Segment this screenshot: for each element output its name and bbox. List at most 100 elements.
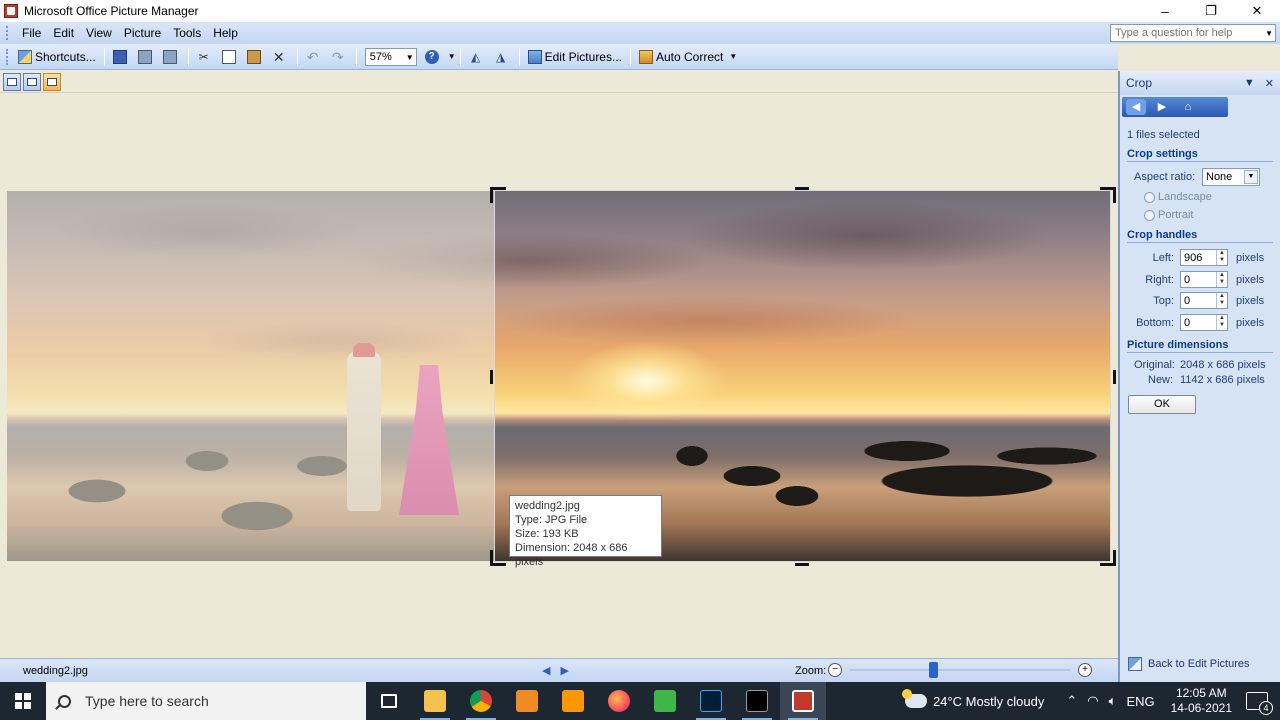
portrait-radio[interactable]: Portrait [1144, 209, 1193, 221]
toolbar-separator [459, 47, 461, 66]
terminal-app[interactable] [734, 682, 780, 720]
copy-button[interactable] [219, 47, 242, 67]
right-handle-input[interactable]: 0 ▲ ▼ [1180, 271, 1228, 288]
crop-handle-bottom-right[interactable] [1113, 550, 1116, 566]
chevron-up-icon[interactable]: ⌃ [1066, 693, 1077, 709]
filmstrip-view-button[interactable] [23, 72, 41, 91]
zoom-slider-thumb[interactable] [929, 662, 939, 678]
weather-widget[interactable]: 24°C Mostly cloudy [901, 689, 1045, 709]
picture-manager-taskbar-app[interactable] [780, 682, 826, 720]
bottom-handle-input[interactable]: 0 ▲ ▼ [1180, 314, 1228, 331]
crop-handle-right[interactable] [1113, 370, 1116, 384]
maximize-button[interactable]: ❐ [1188, 0, 1234, 22]
save-button[interactable] [110, 47, 133, 67]
volume-icon[interactable]: 🔈︎ [1109, 693, 1117, 709]
crop-handle-top[interactable] [795, 187, 809, 190]
crop-handle-top-right[interactable] [1113, 187, 1116, 203]
chevron-down-icon[interactable]: ▼ [406, 53, 414, 62]
spinner-arrows-icon[interactable]: ▲ ▼ [1216, 293, 1227, 308]
crop-handle-left[interactable] [490, 370, 493, 384]
taskbar-search-box[interactable]: Type here to search [46, 682, 366, 720]
bottom-handle-value: 0 [1184, 316, 1191, 329]
close-window-button[interactable]: ✕ [1234, 0, 1280, 22]
undo-button[interactable]: ↶ [303, 47, 326, 67]
home-icon[interactable]: ⌂ [1178, 99, 1198, 115]
firefox-app[interactable] [596, 682, 642, 720]
zoom-in-icon[interactable]: + [1078, 663, 1092, 677]
system-tray: 24°C Mostly cloudy ⌃ ◠ 🔈︎ ENG 12:05 AM 1… [901, 682, 1280, 720]
help-button[interactable]: ? [422, 47, 445, 67]
thumbnail-view-button[interactable] [3, 72, 21, 91]
next-picture-icon[interactable]: ▶ [560, 664, 568, 677]
back-arrow-icon[interactable]: ◀ [1126, 99, 1146, 115]
sublime-text-app[interactable] [550, 682, 596, 720]
menu-tools[interactable]: Tools [167, 26, 207, 40]
rotate-left-button[interactable]: ◭ [466, 47, 489, 67]
crop-handle-bottom[interactable] [795, 563, 809, 566]
start-button[interactable] [0, 682, 46, 720]
toolbar-grip-handle[interactable] [6, 48, 10, 65]
aspect-ratio-select[interactable]: None ▼ [1202, 168, 1260, 186]
task-view-button[interactable] [366, 682, 412, 720]
redo-icon: ↷ [331, 48, 344, 65]
spinner-arrows-icon[interactable]: ▲ ▼ [1216, 315, 1227, 330]
shortcuts-button[interactable]: Shortcuts... [15, 47, 99, 67]
toolbar-options-chevron-icon[interactable]: ▼ [729, 52, 737, 61]
notification-center-icon[interactable]: 4 [1246, 692, 1273, 715]
task-pane-menu-chevron-icon[interactable]: ▼ [1244, 77, 1255, 90]
help-dropdown-arrow-icon[interactable]: ▼ [1265, 29, 1273, 38]
landscape-radio[interactable]: Landscape [1144, 191, 1212, 203]
picture-manager-app-icon[interactable] [4, 4, 18, 18]
edit-pictures-button[interactable]: Edit Pictures... [525, 47, 625, 67]
zoom-out-icon[interactable]: − [828, 663, 842, 677]
menu-view[interactable]: View [80, 26, 118, 40]
email-icon [162, 49, 177, 64]
file-explorer-app[interactable] [412, 682, 458, 720]
zoom-combo[interactable]: 57% ▼ [364, 47, 417, 66]
chevron-down-icon[interactable]: ▼ [1244, 170, 1258, 184]
auto-correct-label: Auto Correct [656, 49, 724, 64]
top-handle-input[interactable]: 0 ▲ ▼ [1180, 292, 1228, 309]
crop-handle-top-left[interactable] [490, 187, 493, 203]
send-email-button[interactable] [160, 47, 183, 67]
rotate-right-button[interactable]: ◮ [491, 47, 514, 67]
chrome-app[interactable] [458, 682, 504, 720]
menu-picture[interactable]: Picture [118, 26, 167, 40]
weather-text: 24°C Mostly cloudy [932, 693, 1045, 709]
ok-button[interactable]: OK [1128, 395, 1196, 414]
language-indicator[interactable]: ENG [1126, 694, 1154, 709]
spinner-arrows-icon[interactable]: ▲ ▼ [1216, 272, 1227, 287]
back-to-edit-pictures-link[interactable]: Back to Edit Pictures [1128, 657, 1250, 671]
delete-button[interactable]: ✕ [269, 47, 292, 67]
crop-handle-bottom-left[interactable] [490, 550, 493, 566]
forward-arrow-icon[interactable]: ▶ [1152, 99, 1172, 115]
help-search-input[interactable] [1115, 27, 1265, 39]
minimize-button[interactable]: – [1142, 0, 1188, 22]
print-button[interactable] [135, 47, 158, 67]
help-search-box: ▼ [1110, 24, 1276, 42]
camtasia-app[interactable] [642, 682, 688, 720]
single-picture-view-button[interactable] [43, 72, 61, 91]
right-handle-label: Right: [1145, 274, 1174, 286]
menu-file[interactable]: File [16, 26, 47, 40]
taskbar-clock[interactable]: 12:05 AM 14-06-2021 [1171, 686, 1232, 716]
spinner-arrows-icon[interactable]: ▲ ▼ [1216, 250, 1227, 265]
cut-button[interactable]: ✂ [194, 47, 217, 67]
toolbar-options-chevron-icon[interactable]: ▼ [448, 52, 456, 61]
app-orange[interactable] [504, 682, 550, 720]
menu-grip-handle[interactable] [6, 26, 10, 40]
previous-picture-icon[interactable]: ◀ [542, 664, 550, 677]
menu-help[interactable]: Help [207, 26, 244, 40]
new-dimensions-value: 1142 x 686 pixels [1180, 374, 1265, 386]
close-task-pane-icon[interactable]: ✕ [1265, 77, 1274, 90]
zoom-slider-track[interactable] [850, 669, 1070, 671]
wifi-icon[interactable]: ◠ [1087, 693, 1098, 709]
photoshop-app[interactable] [688, 682, 734, 720]
auto-correct-button[interactable]: Auto Correct [636, 47, 726, 67]
menu-edit[interactable]: Edit [47, 26, 80, 40]
redo-button[interactable]: ↷ [328, 47, 351, 67]
paste-button[interactable] [244, 47, 267, 67]
window-title: Microsoft Office Picture Manager [24, 4, 199, 18]
rotate-left-icon: ◭ [471, 49, 481, 64]
left-handle-input[interactable]: 906 ▲ ▼ [1180, 249, 1228, 266]
